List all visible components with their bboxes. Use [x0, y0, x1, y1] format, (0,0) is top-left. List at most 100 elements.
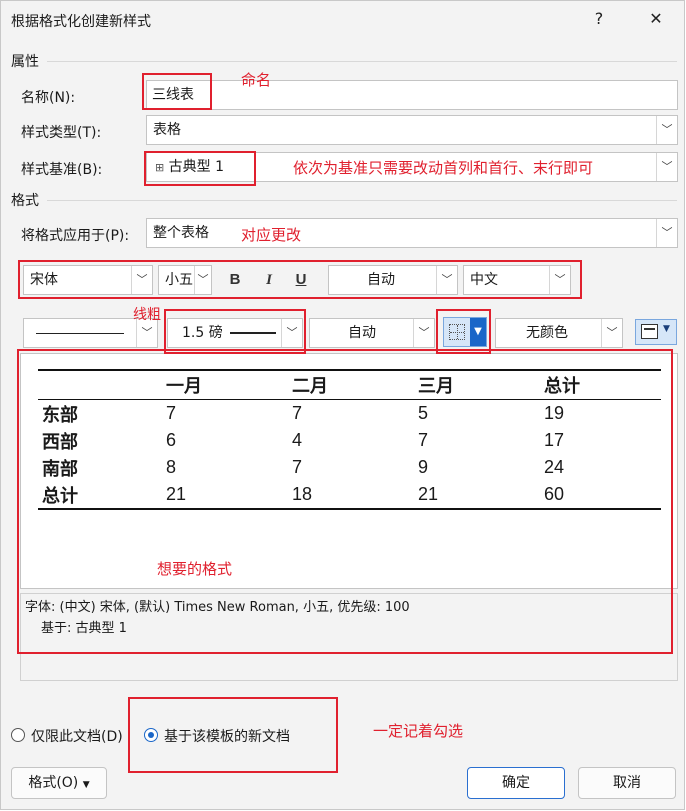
shading-select[interactable]: 无颜色 ﹀	[495, 318, 623, 348]
script-select[interactable]: 中文 ﹀	[463, 265, 571, 295]
table-cell: 7	[166, 403, 177, 423]
row-label-cell: 总计	[38, 481, 162, 510]
format-menu-button[interactable]: 格式(O) ▼	[11, 767, 107, 799]
chevron-down-icon: ▼	[663, 324, 670, 334]
row-label-cell: 南部	[42, 458, 78, 480]
table-row: 南部 8 7 9 24	[38, 454, 661, 481]
border-width-value: 1.5 磅	[182, 325, 223, 341]
table-header-cell: 二月	[288, 369, 414, 400]
new-style-dialog: 根据格式化创建新样式 ? ✕ 属性 名称(N): 三线表 样式类型(T): 表格…	[0, 0, 685, 810]
chevron-down-icon: ﹀	[131, 266, 152, 294]
border-color-value: 自动	[348, 325, 376, 341]
chevron-down-icon: ﹀	[413, 319, 434, 347]
chevron-down-icon: ﹀	[601, 319, 622, 347]
table-header-cell: 三月	[414, 369, 540, 400]
border-grid-icon	[449, 324, 465, 340]
format-group-label: 格式	[11, 193, 39, 209]
font-value: 宋体	[30, 272, 58, 288]
format-separator	[47, 200, 677, 201]
table-cell: 5	[418, 403, 429, 423]
properties-separator	[47, 61, 677, 62]
ok-button[interactable]: 确定	[467, 767, 565, 799]
table-cell: 7	[292, 403, 303, 423]
chevron-down-icon: ﹀	[281, 319, 302, 347]
font-color-select[interactable]: 自动 ﹀	[328, 265, 458, 295]
table-cell: 6	[166, 430, 177, 450]
bold-button[interactable]: B	[222, 267, 248, 293]
only-this-doc-radio[interactable]	[11, 728, 25, 742]
table-cell: 8	[166, 457, 177, 477]
dialog-title: 根据格式化创建新样式	[11, 14, 151, 30]
annotation-line: 线粗	[133, 307, 161, 323]
border-dropdown-icon[interactable]: ▼	[470, 318, 486, 346]
shading-value: 无颜色	[526, 325, 568, 341]
border-color-select[interactable]: 自动 ﹀	[309, 318, 435, 348]
table-cell: 21	[162, 481, 288, 510]
table-cell: 21	[414, 481, 540, 510]
style-base-label: 样式基准(B):	[21, 162, 103, 178]
chevron-down-icon: ﹀	[656, 219, 677, 247]
cancel-button[interactable]: 取消	[578, 767, 676, 799]
annotation-remember: 一定记着勾选	[373, 722, 464, 740]
table-properties-button[interactable]: ▼	[635, 319, 677, 345]
annotation-base: 依次为基准只需要改动首列和首行、末行即可	[293, 159, 594, 177]
row-label-cell: 西部	[42, 431, 78, 453]
font-color-value: 自动	[367, 272, 395, 288]
table-icon: ⊞	[155, 161, 165, 174]
table-cell: 7	[418, 430, 429, 450]
table-cell: 24	[544, 457, 565, 477]
italic-button[interactable]: I	[256, 267, 282, 293]
script-value: 中文	[470, 272, 498, 288]
border-width-line	[230, 332, 276, 334]
help-button[interactable]: ?	[582, 5, 616, 33]
apply-to-select[interactable]: 整个表格 ﹀	[146, 218, 678, 248]
style-description: 字体: (中文) 宋体, (默认) Times New Roman, 小五, 优…	[20, 593, 678, 681]
table-header-cell	[38, 369, 162, 400]
caret-down-icon: ▼	[82, 780, 90, 790]
preview-table: 一月 二月 三月 总计 东部 7 7 5 19 西部 6 4 7 17 南部 8…	[38, 369, 661, 510]
name-label: 名称(N):	[21, 90, 76, 106]
annotation-apply: 对应更改	[241, 226, 302, 244]
chevron-down-icon: ﹀	[656, 116, 677, 144]
name-input[interactable]: 三线表	[146, 80, 678, 110]
new-docs-radio[interactable]	[144, 728, 158, 742]
table-cell: 18	[288, 481, 414, 510]
table-row: 西部 6 4 7 17	[38, 427, 661, 454]
table-header-cell: 总计	[540, 369, 661, 400]
table-cell: 7	[292, 457, 303, 477]
apply-to-label: 将格式应用于(P):	[21, 228, 130, 244]
new-docs-label[interactable]: 基于该模板的新文档	[164, 726, 290, 746]
annotation-name: 命名	[241, 71, 272, 89]
style-type-value: 表格	[153, 122, 181, 138]
properties-group-label: 属性	[11, 54, 39, 70]
chevron-down-icon: ﹀	[436, 266, 457, 294]
underline-button[interactable]: U	[288, 267, 314, 293]
only-this-doc-label[interactable]: 仅限此文档(D)	[31, 726, 123, 746]
border-style-line	[36, 333, 124, 334]
table-row: 总计 21 18 21 60	[38, 481, 661, 510]
border-button[interactable]: ▼	[443, 317, 487, 347]
border-width-select[interactable]: 1.5 磅 ﹀	[167, 318, 303, 348]
description-line-2: 基于: 古典型 1	[41, 621, 127, 636]
table-header-row: 一月 二月 三月 总计	[38, 369, 661, 400]
close-button[interactable]: ✕	[639, 5, 673, 33]
chevron-down-icon: ﹀	[656, 153, 677, 181]
format-button-label: 格式(O)	[28, 775, 79, 791]
font-size-select[interactable]: 小五 ﹀	[158, 265, 212, 295]
chevron-down-icon: ﹀	[549, 266, 570, 294]
chevron-down-icon: ﹀	[194, 266, 211, 294]
style-base-value: 古典型 1	[168, 159, 225, 175]
row-label-cell: 东部	[42, 404, 78, 426]
font-size-value: 小五	[165, 272, 193, 288]
table-properties-icon	[641, 324, 658, 339]
table-header-cell: 一月	[162, 369, 288, 400]
annotation-style: 想要的格式	[157, 560, 233, 578]
font-select[interactable]: 宋体 ﹀	[23, 265, 153, 295]
style-type-select[interactable]: 表格 ﹀	[146, 115, 678, 145]
table-cell: 60	[540, 481, 661, 510]
description-line-1: 字体: (中文) 宋体, (默认) Times New Roman, 小五, 优…	[25, 600, 410, 615]
table-cell: 4	[292, 430, 303, 450]
table-cell: 19	[544, 403, 565, 423]
table-cell: 17	[544, 430, 565, 450]
style-preview: 一月 二月 三月 总计 东部 7 7 5 19 西部 6 4 7 17 南部 8…	[20, 353, 678, 589]
